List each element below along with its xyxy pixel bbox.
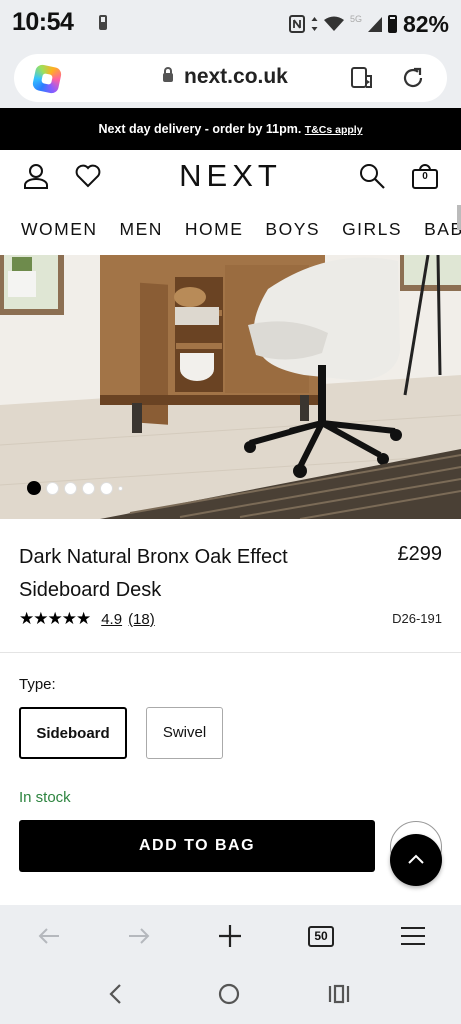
- url-text[interactable]: next.co.uk: [184, 65, 288, 89]
- nav-item-home[interactable]: HOME: [185, 219, 244, 240]
- stock-status: In stock: [19, 789, 71, 806]
- back-to-top-button[interactable]: [390, 834, 442, 886]
- menu-icon[interactable]: [400, 923, 426, 949]
- tab-count: 50: [308, 926, 334, 947]
- divider: [0, 652, 461, 653]
- battery-percent: 82%: [402, 10, 449, 37]
- status-time: 10:54: [12, 8, 74, 36]
- signal-icon: [367, 17, 382, 32]
- network-type: 5G: [349, 14, 362, 24]
- system-back-icon[interactable]: [103, 981, 129, 1007]
- site-header: NEXT 0: [0, 150, 461, 205]
- search-icon[interactable]: [358, 162, 386, 190]
- system-home-icon[interactable]: [216, 981, 242, 1007]
- product-image-carousel[interactable]: [0, 255, 461, 519]
- carousel-dot[interactable]: [118, 485, 123, 491]
- system-navigation-bar: [0, 967, 461, 1024]
- product-price: £299: [397, 543, 443, 565]
- data-arrows-icon: [311, 17, 318, 31]
- nfc-icon: [288, 15, 305, 33]
- browser-address-bar: next.co.uk: [0, 50, 461, 108]
- category-nav: WOMEN MEN HOME BOYS GIRLS BABY: [0, 205, 461, 255]
- scrollbar[interactable]: [457, 205, 461, 230]
- battery-icon: [387, 15, 397, 33]
- type-option-swivel[interactable]: Swivel: [146, 707, 223, 759]
- promo-banner: Next day delivery - order by 11pm. T&Cs …: [0, 108, 461, 150]
- status-icons: 5G 82%: [288, 7, 449, 41]
- battery-saver-icon: [99, 15, 107, 30]
- nav-item-men[interactable]: MEN: [120, 219, 163, 240]
- new-tab-icon[interactable]: [217, 923, 243, 949]
- chevron-up-icon: [408, 854, 424, 864]
- lock-icon[interactable]: [163, 67, 173, 82]
- rating-row[interactable]: ★★★★★ 4.9 (18): [19, 609, 155, 629]
- add-to-bag-button[interactable]: ADD TO BAG: [19, 820, 375, 872]
- nav-item-girls[interactable]: GIRLS: [342, 219, 402, 240]
- review-count-link[interactable]: (18): [128, 611, 155, 628]
- wifi-icon: [323, 16, 344, 31]
- system-recents-icon[interactable]: [326, 981, 352, 1007]
- status-bar: 10:54 5G 82%: [0, 0, 461, 50]
- read-aloud-icon[interactable]: [351, 66, 375, 90]
- forward-arrow-icon[interactable]: [126, 923, 152, 949]
- reload-icon[interactable]: [400, 65, 426, 91]
- carousel-dot[interactable]: [46, 481, 59, 495]
- rating-value[interactable]: 4.9: [101, 611, 122, 628]
- nav-item-boys[interactable]: BOYS: [265, 219, 320, 240]
- product-title: Dark Natural Bronx Oak Effect Sideboard …: [19, 546, 288, 601]
- bag-count: 0: [422, 171, 428, 182]
- promo-text: Next day delivery - order by 11pm.: [98, 122, 302, 136]
- nav-item-women[interactable]: WOMEN: [21, 219, 98, 240]
- carousel-dots: [27, 481, 123, 495]
- star-rating-icon: ★★★★★: [19, 609, 91, 628]
- nav-list: WOMEN MEN HOME BOYS GIRLS BABY: [21, 219, 461, 240]
- url-field[interactable]: next.co.uk: [14, 54, 447, 102]
- type-option-sideboard[interactable]: Sideboard: [19, 707, 127, 759]
- back-arrow-icon[interactable]: [36, 923, 62, 949]
- carousel-dot[interactable]: [82, 481, 95, 495]
- carousel-dot[interactable]: [64, 481, 77, 495]
- carousel-dot[interactable]: [100, 481, 113, 495]
- product-image: [0, 255, 461, 519]
- carousel-dot[interactable]: [27, 481, 41, 495]
- bag-button[interactable]: 0: [411, 162, 439, 190]
- type-label: Type:: [19, 676, 56, 693]
- tabs-button[interactable]: 50: [308, 923, 334, 949]
- product-code: D26-191: [392, 611, 442, 626]
- promo-terms-link[interactable]: T&Cs apply: [305, 124, 363, 136]
- nav-item-baby[interactable]: BABY: [424, 219, 461, 240]
- copilot-icon[interactable]: [31, 63, 63, 95]
- next-logo[interactable]: NEXT: [0, 158, 461, 194]
- browser-toolbar: 50: [0, 905, 461, 967]
